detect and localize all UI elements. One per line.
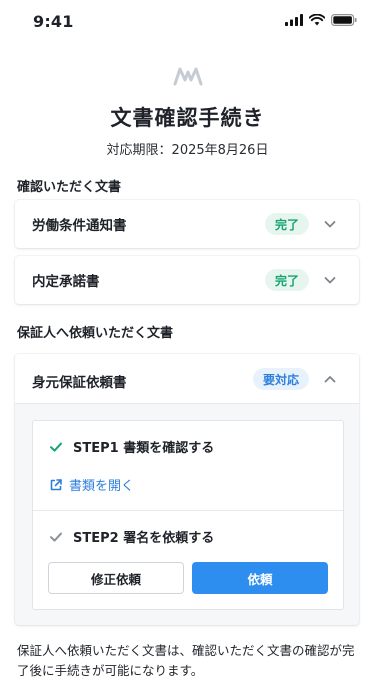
status-bar: 9:41 xyxy=(0,0,375,44)
request-button[interactable]: 依頼 xyxy=(192,562,328,594)
wifi-icon xyxy=(309,14,325,26)
document-name: 労働条件通知書 xyxy=(32,218,127,234)
step1-label: STEP1 書類を確認する xyxy=(73,441,215,456)
step1-row: STEP1 書類を確認する xyxy=(49,437,214,456)
chevron-up-icon[interactable] xyxy=(323,372,337,386)
cellular-signal-icon xyxy=(285,14,303,26)
revise-request-button[interactable]: 修正依頼 xyxy=(48,562,184,594)
status-badge: 完了 xyxy=(264,213,309,235)
document-card-offer-acceptance[interactable]: 内定承諾書 完了 xyxy=(15,256,359,304)
guarantor-note: 保証人へ依頼いただく文書は、確認いただく文書の確認が完了後に手続きが可能になりま… xyxy=(17,643,355,678)
check-icon xyxy=(50,442,62,452)
status-badge: 完了 xyxy=(264,269,309,291)
chevron-down-icon[interactable] xyxy=(323,217,337,231)
battery-icon xyxy=(331,14,357,26)
deadline-text: 対応期限：2025年8月26日 xyxy=(106,143,269,158)
chevron-down-icon[interactable] xyxy=(323,273,337,287)
guarantor-card-header[interactable]: 身元保証依頼書 要対応 xyxy=(15,354,359,404)
check-icon xyxy=(50,532,62,542)
document-card-guarantor: 身元保証依頼書 要対応 STEP1 書類を確認する 書類を開く STEP2 署名… xyxy=(15,354,359,625)
section-title-guarantor: 保証人へ依頼いただく文書 xyxy=(17,326,174,341)
status-time: 9:41 xyxy=(33,12,74,31)
steps-box: STEP1 書類を確認する 書類を開く STEP2 署名を依頼する 修正依頼 依… xyxy=(32,420,344,610)
document-name: 内定承諾書 xyxy=(32,274,100,290)
external-link-icon xyxy=(50,478,62,490)
open-document-link[interactable]: 書類を開く xyxy=(49,475,134,494)
step2-label: STEP2 署名を依頼する xyxy=(73,531,215,546)
brand-logo-icon xyxy=(173,67,203,86)
open-document-label: 書類を開く xyxy=(69,479,135,494)
status-icons xyxy=(285,14,357,26)
status-badge: 要対応 xyxy=(252,368,309,390)
page-title: 文書確認手続き xyxy=(110,106,265,130)
divider xyxy=(33,510,343,511)
document-card-labor-conditions[interactable]: 労働条件通知書 完了 xyxy=(15,200,359,248)
step2-row: STEP2 署名を依頼する xyxy=(49,527,214,546)
document-name: 身元保証依頼書 xyxy=(32,375,127,391)
section-title-confirm: 確認いただく文書 xyxy=(17,180,122,195)
